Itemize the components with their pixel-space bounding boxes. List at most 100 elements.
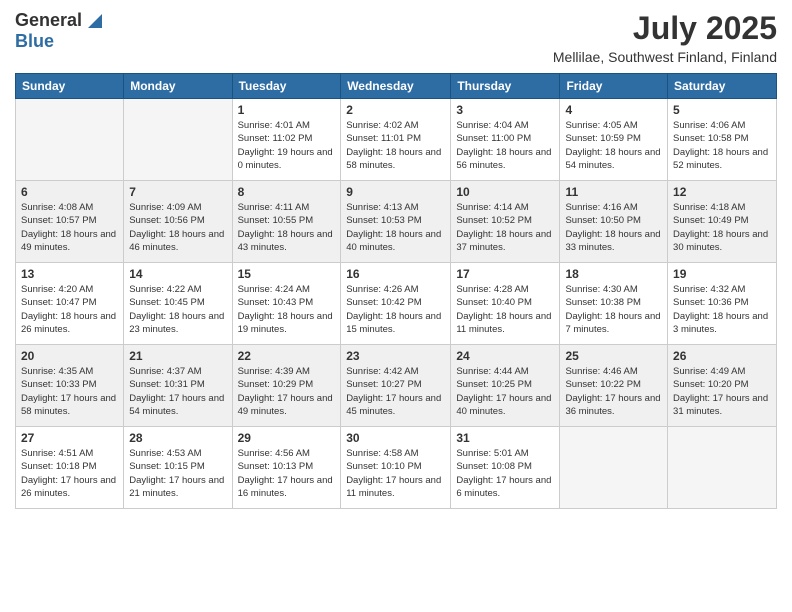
day-info: Sunrise: 4:58 AM Sunset: 10:10 PM Daylig… [346,447,445,500]
day-info: Sunrise: 4:42 AM Sunset: 10:27 PM Daylig… [346,365,445,418]
day-info: Sunrise: 4:37 AM Sunset: 10:31 PM Daylig… [129,365,226,418]
day-number: 1 [238,103,336,117]
calendar-cell: 23Sunrise: 4:42 AM Sunset: 10:27 PM Dayl… [341,345,451,427]
day-number: 25 [565,349,662,363]
day-info: Sunrise: 4:01 AM Sunset: 11:02 PM Daylig… [238,119,336,172]
calendar-cell: 26 Sunrise: 4:49 AM Sunset: 10:20 PM Dayl… [668,345,777,427]
calendar-cell: 4Sunrise: 4:05 AM Sunset: 10:59 PM Dayli… [560,99,668,181]
day-number: 7 [129,185,226,199]
day-number: 31 [456,431,554,445]
calendar-cell: 1 Sunrise: 4:01 AM Sunset: 11:02 PM Dayli… [232,99,341,181]
calendar-cell: 21Sunrise: 4:37 AM Sunset: 10:31 PM Dayl… [124,345,232,427]
calendar-cell: 8 Sunrise: 4:11 AM Sunset: 10:55 PM Dayli… [232,181,341,263]
day-number: 20 [21,349,118,363]
day-number: 12 [673,185,771,199]
day-number: 15 [238,267,336,281]
calendar-cell: 10 Sunrise: 4:14 AM Sunset: 10:52 PM Dayl… [451,181,560,263]
day-info: Sunrise: 4:53 AM Sunset: 10:15 PM Daylig… [129,447,226,500]
day-number: 8 [238,185,336,199]
calendar-cell: 16Sunrise: 4:26 AM Sunset: 10:42 PM Dayl… [341,263,451,345]
weekday-header-thursday: Thursday [451,74,560,99]
day-info: Sunrise: 4:35 AM Sunset: 10:33 PM Daylig… [21,365,118,418]
day-info: Sunrise: 4:14 AM Sunset: 10:52 PM Daylig… [456,201,554,254]
day-number: 18 [565,267,662,281]
calendar-cell: 12 Sunrise: 4:18 AM Sunset: 10:49 PM Dayl… [668,181,777,263]
weekday-header-wednesday: Wednesday [341,74,451,99]
day-number: 26 [673,349,771,363]
title-area: July 2025 Mellilae, Southwest Finland, F… [553,10,777,65]
day-info: Sunrise: 4:16 AM Sunset: 10:50 PM Daylig… [565,201,662,254]
calendar-cell: 29 Sunrise: 4:56 AM Sunset: 10:13 PM Dayl… [232,427,341,509]
day-number: 6 [21,185,118,199]
day-info: Sunrise: 4:32 AM Sunset: 10:36 PM Daylig… [673,283,771,336]
day-number: 29 [238,431,336,445]
calendar-week-row: 20 Sunrise: 4:35 AM Sunset: 10:33 PM Dayl… [16,345,777,427]
day-number: 13 [21,267,118,281]
calendar-cell [16,99,124,181]
day-number: 19 [673,267,771,281]
page: General Blue July 2025 Mellilae, Southwe… [0,0,792,612]
day-info: Sunrise: 4:20 AM Sunset: 10:47 PM Daylig… [21,283,118,336]
day-number: 2 [346,103,445,117]
calendar-cell: 9 Sunrise: 4:13 AM Sunset: 10:53 PM Dayli… [341,181,451,263]
calendar-cell: 22 Sunrise: 4:39 AM Sunset: 10:29 PM Dayl… [232,345,341,427]
day-info: Sunrise: 4:05 AM Sunset: 10:59 PM Daylig… [565,119,662,172]
calendar-cell [124,99,232,181]
day-number: 28 [129,431,226,445]
calendar-cell [668,427,777,509]
location-title: Mellilae, Southwest Finland, Finland [553,49,777,65]
day-number: 10 [456,185,554,199]
day-number: 17 [456,267,554,281]
day-info: Sunrise: 4:46 AM Sunset: 10:22 PM Daylig… [565,365,662,418]
calendar-cell: 5 Sunrise: 4:06 AM Sunset: 10:58 PM Dayli… [668,99,777,181]
calendar-cell: 6 Sunrise: 4:08 AM Sunset: 10:57 PM Dayli… [16,181,124,263]
calendar-week-row: 6 Sunrise: 4:08 AM Sunset: 10:57 PM Dayli… [16,181,777,263]
day-info: Sunrise: 4:13 AM Sunset: 10:53 PM Daylig… [346,201,445,254]
calendar-cell: 7 Sunrise: 4:09 AM Sunset: 10:56 PM Dayli… [124,181,232,263]
day-info: Sunrise: 5:01 AM Sunset: 10:08 PM Daylig… [456,447,554,500]
day-number: 30 [346,431,445,445]
logo-blue: Blue [15,31,54,51]
calendar-cell: 27 Sunrise: 4:51 AM Sunset: 10:18 PM Dayl… [16,427,124,509]
calendar-cell: 11Sunrise: 4:16 AM Sunset: 10:50 PM Dayl… [560,181,668,263]
day-info: Sunrise: 4:56 AM Sunset: 10:13 PM Daylig… [238,447,336,500]
day-number: 14 [129,267,226,281]
calendar-week-row: 27 Sunrise: 4:51 AM Sunset: 10:18 PM Dayl… [16,427,777,509]
header: General Blue July 2025 Mellilae, Southwe… [15,10,777,65]
calendar-cell: 30 Sunrise: 4:58 AM Sunset: 10:10 PM Dayl… [341,427,451,509]
day-number: 9 [346,185,445,199]
weekday-header-friday: Friday [560,74,668,99]
calendar-cell: 28 Sunrise: 4:53 AM Sunset: 10:15 PM Dayl… [124,427,232,509]
calendar-table: SundayMondayTuesdayWednesdayThursdayFrid… [15,73,777,509]
calendar-week-row: 13 Sunrise: 4:20 AM Sunset: 10:47 PM Dayl… [16,263,777,345]
day-info: Sunrise: 4:18 AM Sunset: 10:49 PM Daylig… [673,201,771,254]
month-title: July 2025 [553,10,777,47]
calendar-cell: 24 Sunrise: 4:44 AM Sunset: 10:25 PM Dayl… [451,345,560,427]
calendar-cell [560,427,668,509]
day-info: Sunrise: 4:49 AM Sunset: 10:20 PM Daylig… [673,365,771,418]
day-number: 22 [238,349,336,363]
day-info: Sunrise: 4:04 AM Sunset: 11:00 PM Daylig… [456,119,554,172]
calendar-week-row: 1 Sunrise: 4:01 AM Sunset: 11:02 PM Dayli… [16,99,777,181]
day-info: Sunrise: 4:11 AM Sunset: 10:55 PM Daylig… [238,201,336,254]
day-info: Sunrise: 4:06 AM Sunset: 10:58 PM Daylig… [673,119,771,172]
day-info: Sunrise: 4:51 AM Sunset: 10:18 PM Daylig… [21,447,118,500]
day-number: 24 [456,349,554,363]
calendar-cell: 18Sunrise: 4:30 AM Sunset: 10:38 PM Dayl… [560,263,668,345]
calendar-cell: 17Sunrise: 4:28 AM Sunset: 10:40 PM Dayl… [451,263,560,345]
calendar-cell: 25 Sunrise: 4:46 AM Sunset: 10:22 PM Dayl… [560,345,668,427]
logo-general: General [15,10,82,31]
day-info: Sunrise: 4:26 AM Sunset: 10:42 PM Daylig… [346,283,445,336]
day-info: Sunrise: 4:09 AM Sunset: 10:56 PM Daylig… [129,201,226,254]
day-info: Sunrise: 4:39 AM Sunset: 10:29 PM Daylig… [238,365,336,418]
day-info: Sunrise: 4:24 AM Sunset: 10:43 PM Daylig… [238,283,336,336]
calendar-cell: 14Sunrise: 4:22 AM Sunset: 10:45 PM Dayl… [124,263,232,345]
day-number: 27 [21,431,118,445]
logo-triangle-icon [84,12,102,30]
calendar-cell: 20 Sunrise: 4:35 AM Sunset: 10:33 PM Dayl… [16,345,124,427]
day-info: Sunrise: 4:44 AM Sunset: 10:25 PM Daylig… [456,365,554,418]
day-number: 5 [673,103,771,117]
day-info: Sunrise: 4:08 AM Sunset: 10:57 PM Daylig… [21,201,118,254]
calendar-cell: 13 Sunrise: 4:20 AM Sunset: 10:47 PM Dayl… [16,263,124,345]
logo: General Blue [15,10,102,52]
